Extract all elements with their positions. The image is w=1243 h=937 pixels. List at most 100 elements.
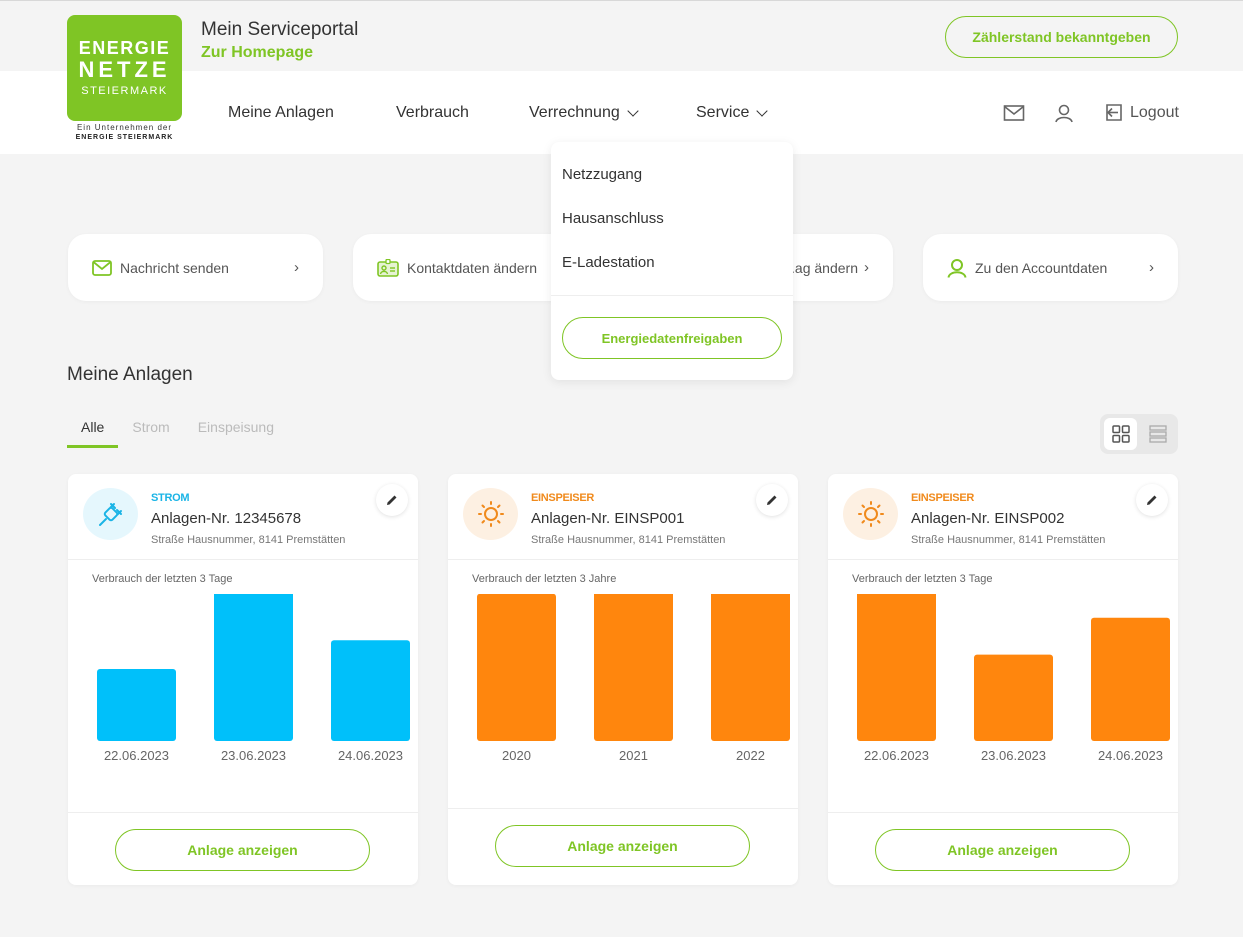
chart-x-tick-label: 24.06.2023 <box>338 748 403 763</box>
logo-line-3: STEIERMARK <box>81 85 168 97</box>
nav-label: Meine Anlagen <box>228 104 334 121</box>
list-icon <box>1148 425 1167 443</box>
anlage-card: EINSPEISER Anlagen-Nr. EINSP002 Straße H… <box>828 474 1178 885</box>
chart-subtitle: Verbrauch der letzten 3 Tage <box>92 573 233 585</box>
pencil-icon <box>767 495 777 505</box>
meter-reading-button[interactable]: Zählerstand bekanntgeben <box>945 16 1178 58</box>
anlage-address: Straße Hausnummer, 8141 Premstätten <box>151 534 346 546</box>
card-header: STROM Anlagen-Nr. 12345678 Straße Hausnu… <box>68 474 418 560</box>
chart-bar <box>711 594 790 741</box>
user-icon <box>947 258 967 278</box>
anlage-anzeigen-button[interactable]: Anlage anzeigen <box>115 829 370 871</box>
consumption-chart: 2020 2021 2022 <box>477 594 790 763</box>
nav-verbrauch[interactable]: Verbrauch <box>396 104 469 122</box>
chart-x-tick-label: 23.06.2023 <box>221 748 286 763</box>
anlage-number: Anlagen-Nr. 12345678 <box>151 510 302 527</box>
edit-button[interactable] <box>376 484 408 516</box>
nav-label: Verbrauch <box>396 104 469 121</box>
chart-x-tick-label: 24.06.2023 <box>1098 748 1163 763</box>
chart-bar <box>97 669 176 741</box>
chevron-right-icon: › <box>294 259 299 276</box>
edit-button[interactable] <box>1136 484 1168 516</box>
dropdown-divider <box>551 295 793 296</box>
chart-bar <box>857 594 936 741</box>
chart-subtitle: Verbrauch der letzten 3 Jahre <box>472 573 617 585</box>
chart-bar <box>974 654 1053 741</box>
energie-netze-logo[interactable]: ENERGIE NETZE STEIERMARK <box>67 15 182 121</box>
tab-strom[interactable]: Strom <box>118 416 183 448</box>
logo-sub-line-2: ENERGIE STEIERMARK <box>75 134 174 141</box>
logo-sub-line-1: Ein Unternehmen der <box>76 123 173 132</box>
mail-icon[interactable] <box>1003 104 1025 127</box>
chart-bar <box>477 594 556 741</box>
view-toggle <box>1100 414 1178 454</box>
quick-link-label: Zu den Accountdaten <box>975 259 1108 276</box>
card-header: EINSPEISER Anlagen-Nr. EINSP002 Straße H… <box>828 474 1178 560</box>
homepage-link[interactable]: Zur Homepage <box>201 44 313 62</box>
pencil-icon <box>387 495 397 505</box>
quick-link-label: ...ag ändern <box>783 259 858 276</box>
chart-bar <box>331 640 410 741</box>
nav-label: Verrechnung <box>529 104 620 121</box>
plug-icon <box>83 488 138 540</box>
anlage-type-label: EINSPEISER <box>531 492 595 504</box>
card-footer: Anlage anzeigen <box>828 812 1178 871</box>
filter-tabs: Alle Strom Einspeisung <box>67 416 288 448</box>
contact-card-icon <box>377 258 399 277</box>
mail-icon <box>92 259 112 276</box>
service-dropdown-menu: Netzzugang Hausanschluss E-Ladestation E… <box>551 142 793 380</box>
chart-bar <box>594 594 673 741</box>
nav-meine-anlagen[interactable]: Meine Anlagen <box>228 104 334 122</box>
chart-x-tick-label: 2022 <box>736 748 765 763</box>
anlage-card: EINSPEISER Anlagen-Nr. EINSP001 Straße H… <box>448 474 798 885</box>
section-title: Meine Anlagen <box>67 364 193 385</box>
anlage-number: Anlagen-Nr. EINSP002 <box>911 510 1065 527</box>
tab-alle[interactable]: Alle <box>67 416 119 448</box>
card-footer: Anlage anzeigen <box>68 812 418 871</box>
nav-service[interactable]: Service <box>696 104 769 122</box>
quick-link-label: Nachricht senden <box>120 259 229 276</box>
chevron-right-icon: › <box>864 259 869 276</box>
chevron-down-icon <box>627 105 639 117</box>
chevron-down-icon <box>756 105 769 117</box>
pencil-icon <box>1147 495 1157 505</box>
logo-line-1: ENERGIE <box>78 38 171 58</box>
logout-icon <box>1106 104 1122 121</box>
grid-icon <box>1111 425 1130 443</box>
anlage-anzeigen-button[interactable]: Anlage anzeigen <box>495 825 750 867</box>
portal-title: Mein Serviceportal <box>201 19 359 40</box>
chart-x-tick-label: 2020 <box>502 748 531 763</box>
tab-einspeisung[interactable]: Einspeisung <box>184 416 288 448</box>
energiedatenfreigaben-button[interactable]: Energiedatenfreigaben <box>562 317 782 359</box>
dropdown-item-e-ladestation[interactable]: E-Ladestation <box>562 254 655 271</box>
nav-verrechnung[interactable]: Verrechnung <box>529 104 639 122</box>
anlage-type-label: EINSPEISER <box>911 492 975 504</box>
chart-x-tick-label: 22.06.2023 <box>104 748 169 763</box>
consumption-chart: 22.06.2023 23.06.2023 24.06.2023 <box>857 594 1170 763</box>
quick-link-label: Kontaktdaten ändern <box>407 259 537 276</box>
sun-icon <box>843 488 898 540</box>
edit-button[interactable] <box>756 484 788 516</box>
list-view-button[interactable] <box>1141 418 1174 450</box>
chart-subtitle: Verbrauch der letzten 3 Tage <box>852 573 993 585</box>
user-icon[interactable] <box>1054 104 1074 128</box>
anlage-anzeigen-button[interactable]: Anlage anzeigen <box>875 829 1130 871</box>
logo-line-2: NETZE <box>78 57 171 82</box>
quick-link-nachricht-senden[interactable]: Nachricht senden › <box>68 234 323 301</box>
nav-label: Service <box>696 104 750 121</box>
card-header: EINSPEISER Anlagen-Nr. EINSP001 Straße H… <box>448 474 798 560</box>
consumption-chart: 22.06.2023 23.06.2023 24.06.2023 <box>97 594 410 763</box>
grid-view-button[interactable] <box>1104 418 1137 450</box>
logout-button[interactable]: Logout <box>1104 103 1179 122</box>
logo-subtitle: Ein Unternehmen der ENERGIE STEIERMARK <box>67 123 182 143</box>
dropdown-item-netzzugang[interactable]: Netzzugang <box>562 166 642 183</box>
quick-link-accountdaten[interactable]: Zu den Accountdaten › <box>923 234 1178 301</box>
chart-bar <box>1091 617 1170 741</box>
dropdown-item-hausanschluss[interactable]: Hausanschluss <box>562 210 664 227</box>
chart-bar <box>214 594 293 741</box>
chart-x-tick-label: 23.06.2023 <box>981 748 1046 763</box>
chart-x-tick-label: 22.06.2023 <box>864 748 929 763</box>
anlage-card: STROM Anlagen-Nr. 12345678 Straße Hausnu… <box>68 474 418 885</box>
card-footer: Anlage anzeigen <box>448 808 798 867</box>
sun-icon <box>463 488 518 540</box>
